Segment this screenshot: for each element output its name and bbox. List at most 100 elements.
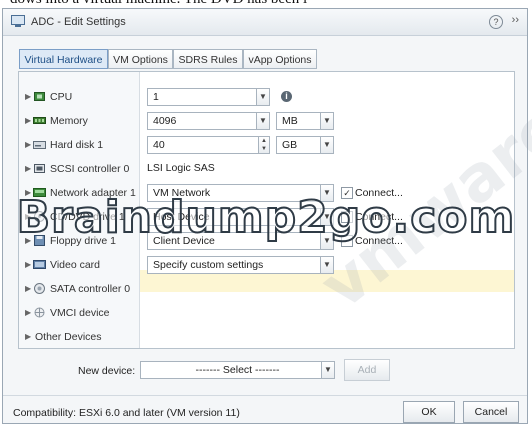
floppy-connect-checkbox[interactable] — [341, 235, 353, 247]
page-top-text-content: dows into a virtual machine. The DVD has… — [10, 0, 307, 8]
video-card-icon — [33, 260, 46, 269]
network-value: VM Network — [153, 187, 211, 199]
device-row-network[interactable]: ▶ Network adapter 1 — [19, 182, 139, 204]
device-row-cpu[interactable]: ▶ CPU — [19, 86, 139, 108]
video-card-value: Specify custom settings — [153, 259, 264, 271]
chevron-down-icon[interactable]: ▼ — [321, 361, 335, 379]
hard-disk-unit: GB — [282, 139, 298, 151]
expand-icon[interactable]: ›› — [512, 14, 519, 26]
hard-disk-size-input[interactable]: 40 ▲ ▼ — [147, 136, 270, 154]
ok-button[interactable]: OK — [403, 401, 455, 423]
chevron-down-icon[interactable]: ▼ — [320, 232, 334, 250]
cd-dvd-icon — [34, 211, 45, 222]
vmci-label: VMCI device — [50, 307, 110, 319]
other-devices-label: Other Devices — [35, 331, 102, 343]
expand-caret-icon[interactable]: ▶ — [25, 326, 31, 348]
chevron-down-icon[interactable]: ▼ — [320, 184, 334, 202]
hard-disk-size: 40 — [153, 139, 165, 151]
footer-separator — [3, 395, 527, 396]
device-row-video-card[interactable]: ▶ Video card — [19, 254, 139, 276]
chevron-down-icon[interactable]: ▼ — [320, 256, 334, 274]
cd-dvd-select[interactable]: Host Device ▼ — [147, 208, 334, 226]
floppy-connect-label: Connect... — [355, 235, 403, 247]
memory-unit: MB — [282, 115, 298, 127]
cd-dvd-connect-checkbox[interactable] — [341, 211, 353, 223]
cd-dvd-value: Host Device — [153, 211, 210, 223]
scsi-label: SCSI controller 0 — [50, 163, 130, 175]
tab-vapp-options[interactable]: vApp Options — [243, 49, 317, 69]
chevron-down-icon[interactable]: ▼ — [320, 112, 334, 130]
new-device-placeholder: ------- Select ------- — [195, 364, 280, 376]
hard-disk-icon — [33, 141, 46, 149]
cpu-select[interactable]: 1 ▼ — [147, 88, 270, 106]
vmci-device-icon — [34, 307, 45, 318]
new-device-select[interactable]: ------- Select ------- ▼ — [140, 361, 335, 379]
new-device-label: New device: — [78, 365, 136, 377]
hard-disk-unit-select[interactable]: GB ▼ — [276, 136, 334, 154]
tab-vm-options[interactable]: VM Options — [108, 49, 173, 69]
device-row-floppy[interactable]: ▶ Floppy drive 1 — [19, 230, 139, 252]
expand-caret-icon[interactable]: ▶ — [25, 278, 31, 300]
floppy-value: Client Device — [153, 235, 215, 247]
chevron-down-icon[interactable]: ▼ — [320, 208, 334, 226]
vm-icon — [11, 15, 25, 27]
device-row-scsi[interactable]: ▶ SCSI controller 0 — [19, 158, 139, 180]
add-device-button[interactable]: Add — [344, 359, 390, 381]
device-row-cd-dvd[interactable]: ▶ CD/DVD drive 1 — [19, 206, 139, 228]
network-connect-checkbox[interactable]: ✓ — [341, 187, 353, 199]
cpu-icon — [34, 92, 45, 101]
expand-caret-icon[interactable]: ▶ — [25, 86, 31, 108]
cpu-label: CPU — [50, 91, 73, 103]
network-connect-label: Connect... — [355, 187, 403, 199]
floppy-select[interactable]: Client Device ▼ — [147, 232, 334, 250]
network-label: Network adapter 1 — [50, 187, 136, 199]
expand-caret-icon[interactable]: ▶ — [25, 134, 31, 156]
floppy-drive-icon — [34, 235, 45, 246]
cancel-button[interactable]: Cancel — [463, 401, 519, 423]
info-icon[interactable]: i — [281, 91, 292, 102]
memory-icon — [33, 117, 46, 124]
floppy-label: Floppy drive 1 — [50, 235, 116, 247]
chevron-down-icon[interactable]: ▼ — [256, 112, 270, 130]
dialog-titlebar: ADC - Edit Settings ? ›› — [3, 9, 527, 36]
device-row-hard-disk[interactable]: ▶ Hard disk 1 — [19, 134, 139, 156]
expand-caret-icon[interactable]: ▶ — [25, 110, 31, 132]
memory-input[interactable]: 4096 ▼ — [147, 112, 270, 130]
network-select[interactable]: VM Network ▼ — [147, 184, 334, 202]
spinner-icon[interactable]: ▲ ▼ — [258, 136, 270, 154]
device-row-vmci[interactable]: ▶ VMCI device — [19, 302, 139, 324]
expand-caret-icon[interactable]: ▶ — [25, 302, 31, 324]
cpu-value: 1 — [153, 91, 159, 103]
cd-dvd-connect-label: Connect... — [355, 211, 403, 223]
chevron-down-icon[interactable]: ▼ — [320, 136, 334, 154]
memory-value: 4096 — [153, 115, 177, 127]
expand-caret-icon[interactable]: ▶ — [25, 182, 31, 204]
video-card-label: Video card — [50, 259, 101, 271]
device-row-other[interactable]: ▶ Other Devices — [19, 326, 139, 348]
network-adapter-icon — [33, 188, 46, 197]
device-row-memory[interactable]: ▶ Memory — [19, 110, 139, 132]
sata-label: SATA controller 0 — [50, 283, 131, 295]
expand-caret-icon[interactable]: ▶ — [25, 230, 31, 252]
tab-virtual-hardware[interactable]: Virtual Hardware — [19, 49, 108, 69]
edit-settings-dialog: ADC - Edit Settings ? ›› Virtual Hardwar… — [2, 8, 528, 424]
memory-unit-select[interactable]: MB ▼ — [276, 112, 334, 130]
memory-label: Memory — [50, 115, 88, 127]
tab-sdrs-rules[interactable]: SDRS Rules — [173, 49, 243, 69]
dialog-title: ADC - Edit Settings — [31, 16, 126, 28]
device-row-sata[interactable]: ▶ SATA controller 0 — [19, 278, 139, 300]
help-icon[interactable]: ? — [489, 15, 503, 29]
compatibility-text: Compatibility: ESXi 6.0 and later (VM ve… — [13, 407, 240, 419]
expand-caret-icon[interactable]: ▶ — [25, 206, 31, 228]
video-card-select[interactable]: Specify custom settings ▼ — [147, 256, 334, 274]
chevron-down-icon[interactable]: ▼ — [256, 88, 270, 106]
sata-controller-icon — [34, 283, 45, 294]
expand-caret-icon[interactable]: ▶ — [25, 254, 31, 276]
scsi-value: LSI Logic SAS — [147, 162, 215, 174]
page-top-text: dows into a virtual machine. The DVD has… — [0, 0, 532, 8]
hard-disk-label: Hard disk 1 — [50, 139, 104, 151]
virtual-hardware-panel: ▶ CPU 1 ▼ i ▶ Memory 4096 ▼ MB ▼ ▶ Hard dis… — [18, 71, 515, 349]
expand-caret-icon[interactable]: ▶ — [25, 158, 31, 180]
cd-dvd-label: CD/DVD drive 1 — [50, 211, 125, 223]
scsi-controller-icon — [34, 164, 45, 173]
